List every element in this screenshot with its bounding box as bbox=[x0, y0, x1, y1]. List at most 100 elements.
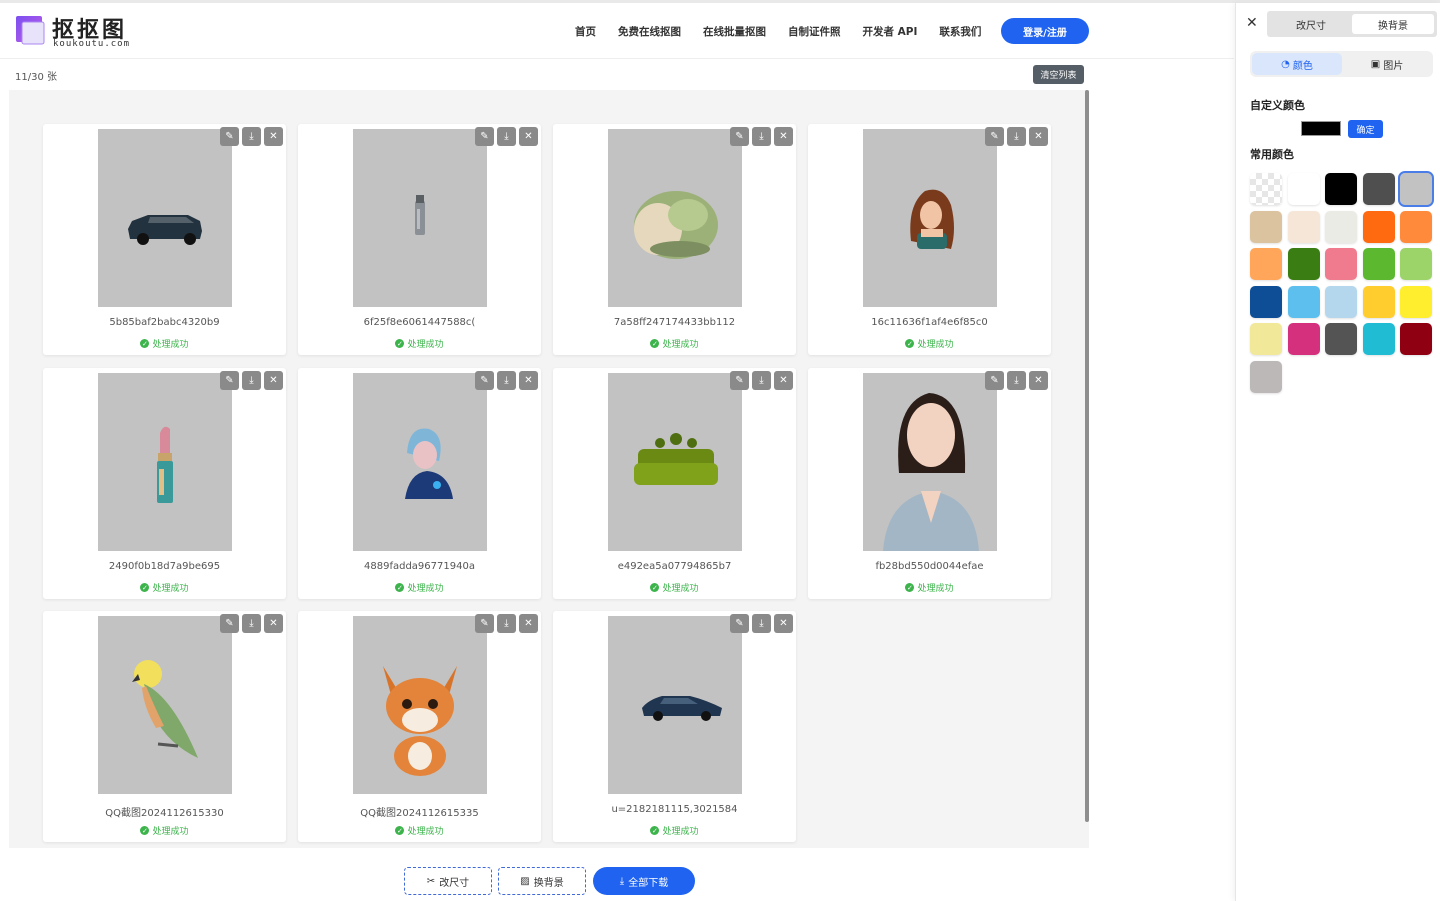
color-swatch[interactable] bbox=[1400, 248, 1432, 280]
download-icon[interactable]: ⤓ bbox=[752, 371, 771, 390]
color-swatch[interactable] bbox=[1325, 323, 1357, 355]
close-icon[interactable]: ✕ bbox=[774, 371, 793, 390]
color-swatch[interactable] bbox=[1250, 360, 1282, 393]
download-icon[interactable]: ⤓ bbox=[242, 614, 261, 633]
nav-id-photo[interactable]: 自制证件照 bbox=[788, 24, 841, 39]
tab-resize[interactable]: 改尺寸 bbox=[1270, 14, 1352, 34]
close-icon[interactable]: ✕ bbox=[264, 371, 283, 390]
download-icon[interactable]: ⤓ bbox=[752, 127, 771, 146]
close-icon[interactable]: ✕ bbox=[519, 371, 538, 390]
edit-icon[interactable]: ✎ bbox=[475, 614, 494, 633]
color-swatch[interactable] bbox=[1287, 173, 1320, 205]
close-icon[interactable]: ✕ bbox=[1029, 371, 1048, 390]
check-icon: ✓ bbox=[395, 339, 405, 348]
nav-developer-api[interactable]: 开发者 API bbox=[863, 24, 918, 39]
edit-icon[interactable]: ✎ bbox=[730, 371, 749, 390]
image-card[interactable]: ✎ ⤓ ✕ 4889fadda96771940a ✓ 处理成功 bbox=[298, 368, 541, 599]
download-icon[interactable]: ⤓ bbox=[497, 614, 516, 633]
close-icon[interactable]: ✕ bbox=[519, 614, 538, 633]
color-swatch[interactable] bbox=[1362, 173, 1395, 205]
color-swatch[interactable] bbox=[1250, 210, 1282, 243]
color-swatch[interactable] bbox=[1362, 210, 1395, 243]
edit-icon[interactable]: ✎ bbox=[475, 371, 494, 390]
color-swatch[interactable] bbox=[1287, 248, 1320, 280]
tab-color[interactable]: ◔ 颜色 bbox=[1252, 53, 1342, 75]
image-card[interactable]: ✎ ⤓ ✕ QQ截图2024112615330 ✓ 处理成功 bbox=[43, 611, 286, 842]
color-swatch[interactable] bbox=[1362, 248, 1395, 280]
confirm-button[interactable]: 确定 bbox=[1348, 120, 1383, 138]
close-icon[interactable]: ✕ bbox=[264, 127, 283, 146]
grid-scrollbar[interactable] bbox=[1085, 90, 1089, 822]
edit-icon[interactable]: ✎ bbox=[730, 614, 749, 633]
close-icon[interactable]: ✕ bbox=[264, 614, 283, 633]
edit-icon[interactable]: ✎ bbox=[985, 127, 1004, 146]
custom-color-picker[interactable] bbox=[1301, 121, 1341, 136]
stripes-icon: ▨ bbox=[520, 875, 530, 887]
status-badge: ✓ 处理成功 bbox=[298, 337, 541, 350]
image-card[interactable]: ✎ ⤓ ✕ 16c11636f1af4e6f85c0 ✓ 处理成功 bbox=[808, 124, 1051, 355]
edit-icon[interactable]: ✎ bbox=[730, 127, 749, 146]
download-icon[interactable]: ⤓ bbox=[1007, 371, 1026, 390]
image-card[interactable]: ✎ ⤓ ✕ 2490f0b18d7a9be695 ✓ 处理成功 bbox=[43, 368, 286, 599]
edit-icon[interactable]: ✎ bbox=[220, 127, 239, 146]
color-swatch[interactable] bbox=[1250, 285, 1282, 318]
change-background-button[interactable]: ▨ 换背景 bbox=[498, 867, 586, 895]
logo[interactable]: 抠抠图 koukoutu.com bbox=[16, 13, 146, 53]
tab-change-background[interactable]: 换背景 bbox=[1352, 14, 1434, 34]
color-swatch[interactable] bbox=[1325, 285, 1357, 318]
login-register-button[interactable]: 登录/注册 bbox=[1001, 18, 1089, 44]
close-icon[interactable]: ✕ bbox=[774, 614, 793, 633]
color-swatch[interactable] bbox=[1287, 323, 1320, 355]
check-icon: ✓ bbox=[650, 339, 660, 348]
edit-icon[interactable]: ✎ bbox=[475, 127, 494, 146]
color-swatch[interactable] bbox=[1325, 173, 1357, 205]
transparent-swatch[interactable] bbox=[1250, 173, 1282, 205]
card-filename: QQ截图2024112615335 bbox=[360, 808, 479, 819]
edit-icon[interactable]: ✎ bbox=[220, 614, 239, 633]
image-card[interactable]: ✎ ⤓ ✕ QQ截图2024112615335 ✓ 处理成功 bbox=[298, 611, 541, 842]
color-swatch[interactable] bbox=[1287, 285, 1320, 318]
image-card[interactable]: ✎ ⤓ ✕ e492ea5a07794865b7 ✓ 处理成功 bbox=[553, 368, 796, 599]
image-card[interactable]: ✎ ⤓ ✕ fb28bd550d0044efae ✓ 处理成功 bbox=[808, 368, 1051, 599]
close-icon[interactable]: ✕ bbox=[1029, 127, 1048, 146]
image-card[interactable]: ✎ ⤓ ✕ 7a58ff247174433bb112 ✓ 处理成功 bbox=[553, 124, 796, 355]
clear-list-button[interactable]: 清空列表 bbox=[1033, 65, 1084, 84]
resize-button[interactable]: ✂ 改尺寸 bbox=[404, 867, 492, 895]
close-icon[interactable]: ✕ bbox=[1246, 15, 1258, 31]
nav-home[interactable]: 首页 bbox=[575, 24, 596, 39]
color-swatch[interactable] bbox=[1325, 248, 1357, 280]
color-swatch[interactable] bbox=[1325, 210, 1357, 243]
image-card[interactable]: ✎ ⤓ ✕ 6f25f8e6061447588c( ✓ 处理成功 bbox=[298, 124, 541, 355]
check-icon: ✓ bbox=[650, 583, 660, 592]
color-swatch[interactable] bbox=[1250, 323, 1282, 355]
color-swatch[interactable] bbox=[1400, 210, 1432, 243]
color-swatch[interactable] bbox=[1362, 285, 1395, 318]
logo-mark-icon bbox=[16, 16, 45, 45]
edit-icon[interactable]: ✎ bbox=[220, 371, 239, 390]
nav-free-cutout[interactable]: 免费在线抠图 bbox=[618, 24, 681, 39]
close-icon[interactable]: ✕ bbox=[519, 127, 538, 146]
card-actions: ✎ ⤓ ✕ bbox=[472, 371, 538, 390]
nav-batch-cutout[interactable]: 在线批量抠图 bbox=[703, 24, 766, 39]
status-badge: ✓ 处理成功 bbox=[43, 337, 286, 350]
download-icon[interactable]: ⤓ bbox=[242, 371, 261, 390]
color-swatch[interactable] bbox=[1398, 171, 1434, 207]
download-icon[interactable]: ⤓ bbox=[497, 127, 516, 146]
close-icon[interactable]: ✕ bbox=[774, 127, 793, 146]
color-swatch[interactable] bbox=[1287, 210, 1320, 243]
color-swatch[interactable] bbox=[1250, 248, 1282, 280]
image-card[interactable]: ✎ ⤓ ✕ u=2182181115,3021584 ✓ 处理成功 bbox=[553, 611, 796, 842]
color-swatch[interactable] bbox=[1362, 323, 1395, 355]
edit-icon[interactable]: ✎ bbox=[985, 371, 1004, 390]
color-swatch[interactable] bbox=[1400, 285, 1432, 318]
image-card[interactable]: ✎ ⤓ ✕ 5b85baf2babc4320b9 ✓ 处理成功 bbox=[43, 124, 286, 355]
download-all-button[interactable]: ⤓ 全部下载 bbox=[593, 867, 695, 895]
download-icon[interactable]: ⤓ bbox=[752, 614, 771, 633]
check-icon: ✓ bbox=[140, 583, 150, 592]
tab-image[interactable]: ▣ 图片 bbox=[1342, 53, 1432, 75]
color-swatch[interactable] bbox=[1400, 323, 1432, 355]
download-icon[interactable]: ⤓ bbox=[242, 127, 261, 146]
nav-contact[interactable]: 联系我们 bbox=[939, 24, 981, 39]
download-icon[interactable]: ⤓ bbox=[1007, 127, 1026, 146]
download-icon[interactable]: ⤓ bbox=[497, 371, 516, 390]
